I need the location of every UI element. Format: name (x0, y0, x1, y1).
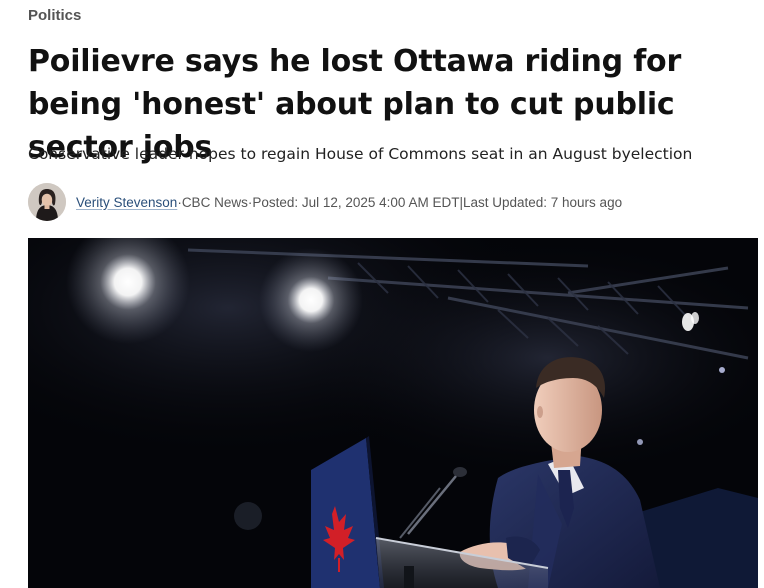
source-name: CBC News (181, 194, 248, 210)
lead-photo-image (28, 238, 758, 588)
author-avatar[interactable] (28, 183, 66, 221)
byline: Verity Stevenson · CBC News · Posted: Ju… (28, 182, 622, 222)
lead-photo[interactable] (28, 238, 758, 588)
posted-date: Posted: Jul 12, 2025 4:00 AM EDT (252, 194, 460, 210)
category-link[interactable]: Politics (28, 7, 81, 24)
author-avatar-image (28, 183, 66, 221)
article: Politics Poilievre says he lost Ottawa r… (0, 0, 764, 588)
author-link[interactable]: Verity Stevenson (76, 195, 177, 210)
last-updated: Last Updated: 7 hours ago (462, 194, 623, 210)
article-deck: Conservative leader hopes to regain Hous… (28, 145, 693, 163)
